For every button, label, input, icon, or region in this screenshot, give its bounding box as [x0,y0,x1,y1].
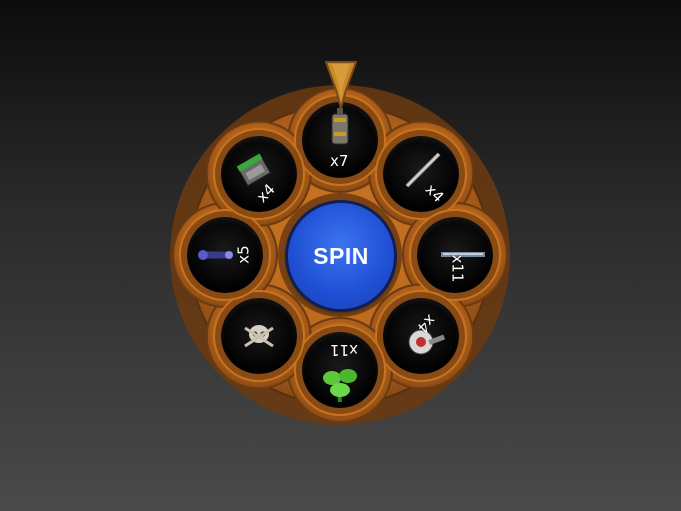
wheel-slot-sword[interactable]: x4 [383,135,460,212]
wheel-slot-rifle[interactable]: x11 [417,217,493,293]
wheel-slot-grenade[interactable]: x7 [302,102,378,178]
slot-count: x7 [330,152,349,170]
wheel-slot-ammo-box[interactable]: x4 [220,135,297,212]
wheel-slot-plant[interactable]: x11 [302,332,378,408]
wheel-slot-turret[interactable]: x4 [383,298,460,375]
slot-count: x11 [448,254,467,283]
wheel-slot-scope[interactable]: x5 [187,217,263,293]
green-plant-icon [310,352,370,412]
skull-icon [229,306,289,366]
game-stage: x7 x4 x11 x4 x11 x5 x4 SPIN [0,0,681,511]
spin-button[interactable]: SPIN [288,203,394,309]
wheel-slot-skull[interactable] [220,298,297,375]
slot-count: x5 [234,245,253,264]
pointer-icon [324,61,358,110]
slot-count: x11 [330,341,358,359]
